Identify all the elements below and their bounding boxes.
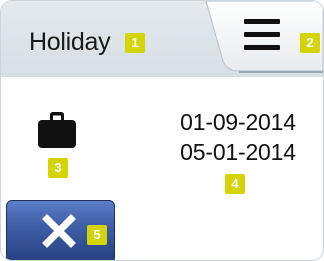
holiday-dates[interactable]: 01-09-2014 05-01-2014	[169, 107, 307, 167]
suitcase-icon	[38, 112, 76, 148]
hamburger-menu-icon[interactable]	[244, 19, 280, 50]
page-title: Holiday	[29, 28, 111, 56]
callout-badge-4: 4	[225, 174, 245, 194]
close-icon	[42, 214, 76, 248]
callout-badge-3: 3	[48, 158, 68, 178]
start-date: 01-09-2014	[180, 109, 296, 135]
callout-badge-1: 1	[125, 33, 145, 53]
callout-badge-5: 5	[87, 225, 107, 245]
callout-badge-2: 2	[300, 33, 320, 53]
end-date: 05-01-2014	[180, 139, 296, 165]
holiday-screen: Holiday 1 2 3 01-09-2014 05-01-2014 4 5	[0, 0, 324, 261]
